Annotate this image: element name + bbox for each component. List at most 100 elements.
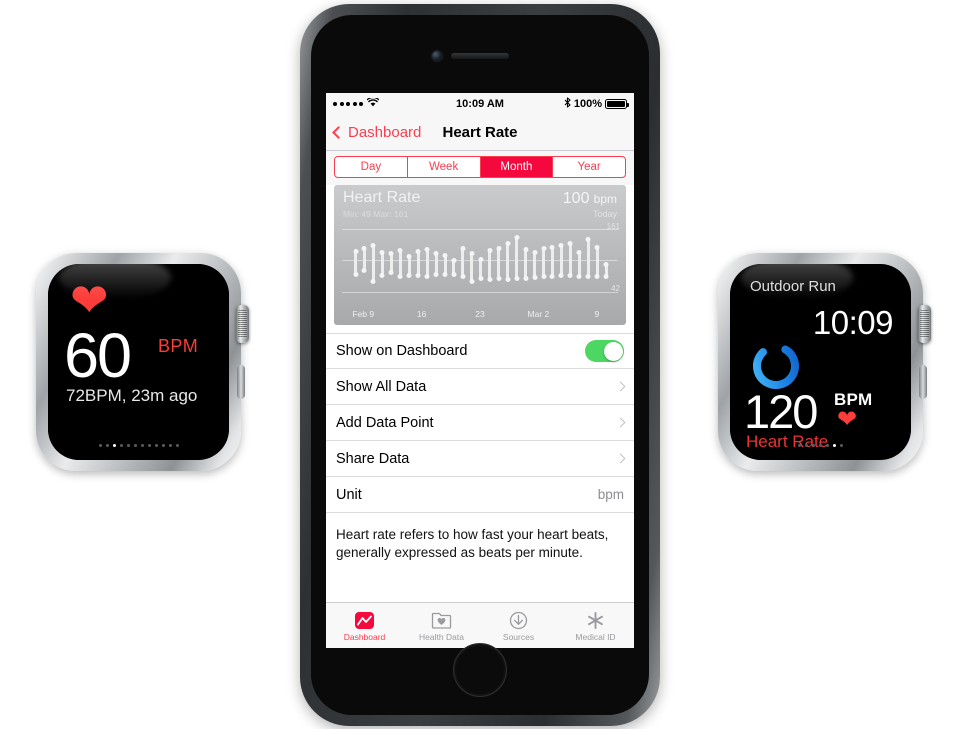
chart-bar	[595, 245, 599, 279]
segment-year[interactable]: Year	[553, 157, 625, 177]
phone-screen: 10:09 AM 100% Dashboard Heart Rate Day W…	[326, 93, 634, 648]
iphone-device: 10:09 AM 100% Dashboard Heart Rate Day W…	[300, 4, 660, 726]
heart-icon: ❤	[70, 274, 109, 326]
page-dot	[133, 444, 137, 447]
watch-case: Outdoor Run 10:09 120 BPM ❤ Heart Rate	[718, 253, 931, 471]
chart-current-unit: bpm	[593, 192, 617, 206]
chart-current-value: 100 bpm	[563, 190, 617, 208]
apple-watch-right: Outdoor Run 10:09 120 BPM ❤ Heart Rate	[718, 253, 931, 471]
page-dot	[98, 444, 102, 447]
page-dot	[168, 444, 172, 447]
heart-rate-chart[interactable]: Heart Rate Min: 49 Max: 161 100 bpm Toda…	[334, 185, 626, 325]
chart-bar	[434, 252, 438, 277]
chart-bar	[452, 258, 456, 277]
settings-list: Show on Dashboard Show All Data Add Data P…	[326, 333, 634, 513]
list-item[interactable]: Unit bpm	[326, 477, 634, 513]
back-button[interactable]: Dashboard	[332, 124, 421, 141]
watch-screen-workout: Outdoor Run 10:09 120 BPM ❤ Heart Rate	[730, 264, 911, 460]
list-item[interactable]: Add Data Point	[326, 405, 634, 441]
chart-bar	[416, 250, 420, 278]
chart-bar	[354, 249, 357, 277]
chevron-right-icon	[615, 417, 626, 428]
page-dot	[833, 444, 836, 447]
segment-day[interactable]: Day	[335, 157, 408, 177]
chevron-left-icon	[332, 125, 345, 139]
list-item-label: Unit	[336, 486, 362, 503]
page-dot	[161, 444, 165, 447]
chart-tick-label: Feb 9	[352, 309, 375, 319]
tab-label: Dashboard	[343, 632, 386, 642]
download-arrow-icon	[508, 609, 529, 630]
chart-bar	[425, 247, 429, 279]
tab-label: Medical ID	[575, 632, 616, 642]
chart-bar	[371, 243, 375, 283]
list-item[interactable]: Show All Data	[326, 369, 634, 405]
chart-bar	[389, 251, 393, 275]
chart-current-period: Today	[592, 209, 617, 219]
page-dot	[805, 444, 808, 447]
chart-tick-label: Mar 2	[527, 309, 550, 319]
segment-month[interactable]: Month	[480, 157, 554, 177]
chart-bar	[533, 250, 537, 279]
digital-crown[interactable]	[236, 305, 249, 343]
apple-watch-left: ❤ 60 BPM 72BPM, 23m ago	[36, 253, 249, 471]
list-item[interactable]: Show on Dashboard	[326, 333, 634, 369]
status-bar: 10:09 AM 100%	[326, 93, 634, 114]
chart-bar	[407, 254, 411, 278]
page-dot	[140, 444, 144, 447]
home-button[interactable]	[453, 643, 507, 697]
page-dot	[126, 444, 130, 447]
list-item-label: Share Data	[336, 450, 410, 467]
chart-bar	[586, 237, 590, 278]
chevron-right-icon	[615, 453, 626, 464]
page-dot	[175, 444, 179, 447]
show-on-dashboard-toggle[interactable]	[585, 340, 624, 362]
chart-tick-label: 23	[475, 309, 485, 319]
chart-current-number: 100	[562, 190, 590, 207]
heart-icon: ❤	[837, 406, 858, 433]
chevron-right-icon	[615, 381, 626, 392]
chart-bar	[515, 235, 519, 281]
list-item-value: bpm	[597, 487, 624, 502]
chart-bar	[362, 247, 366, 273]
chart-bar	[443, 254, 447, 277]
page-dot	[105, 444, 109, 447]
tab-dashboard[interactable]: Dashboard	[326, 603, 403, 648]
page-dot	[826, 444, 829, 447]
chart-bar	[506, 242, 510, 281]
dashboard-chart-icon	[354, 609, 375, 630]
chart-title: Heart Rate	[343, 189, 421, 206]
chart-gridline-bottom	[342, 292, 618, 293]
chart-bar	[604, 263, 608, 279]
chart-bar	[470, 252, 474, 283]
digital-crown[interactable]	[918, 305, 931, 343]
tab-sources[interactable]: Sources	[480, 603, 557, 648]
chart-bar	[380, 251, 384, 277]
tab-health-data[interactable]: Health Data	[403, 603, 480, 648]
list-item[interactable]: Share Data	[326, 441, 634, 477]
segment-week[interactable]: Week	[408, 157, 481, 177]
tab-bar: Dashboard Health Data Sources Medical ID	[326, 602, 634, 648]
chart-bar	[479, 258, 483, 281]
page-indicator	[48, 444, 229, 447]
time-range-segmented-control[interactable]: Day Week Month Year	[334, 156, 626, 178]
battery-full-icon	[605, 98, 629, 109]
tab-label: Health Data	[419, 632, 464, 642]
chart-bar	[461, 247, 465, 279]
tab-medical-id[interactable]: Medical ID	[557, 603, 634, 648]
page-indicator	[730, 444, 911, 447]
chart-min-max: Min: 49 Max: 161	[343, 209, 409, 219]
page-dot	[798, 444, 801, 447]
watch-side-button[interactable]	[919, 365, 927, 399]
chart-bar	[577, 251, 581, 279]
folder-heart-icon	[431, 609, 452, 630]
chart-bar	[542, 247, 546, 279]
heart-rate-value: 60	[64, 321, 132, 391]
tab-label: Sources	[502, 632, 535, 642]
list-item-label: Show All Data	[336, 378, 427, 395]
earpiece-speaker	[451, 53, 509, 59]
list-item-label: Show on Dashboard	[336, 343, 468, 359]
chart-bar	[497, 247, 501, 281]
page-dot	[119, 444, 123, 447]
watch-side-button[interactable]	[237, 365, 245, 399]
